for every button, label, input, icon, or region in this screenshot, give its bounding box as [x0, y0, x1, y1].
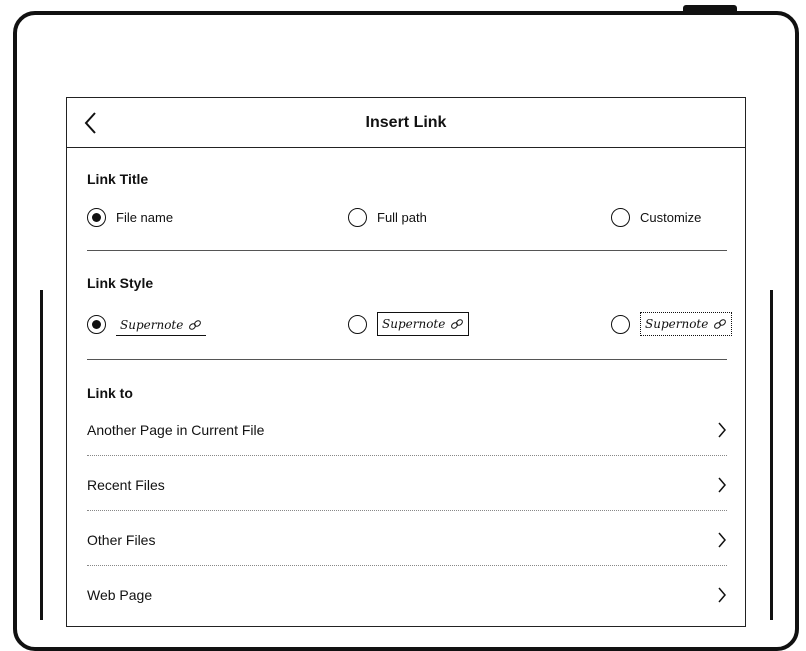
link-to-web-page[interactable]: Web Page: [87, 575, 727, 615]
radio-unselected-icon: [348, 207, 367, 227]
nav-label: Web Page: [87, 587, 153, 603]
option-label: Customize: [640, 209, 702, 225]
chevron-right-icon: [718, 532, 726, 548]
link-title-option-customize[interactable]: Customize: [611, 204, 701, 230]
dialog-header: Insert Link: [67, 98, 745, 148]
link-style-heading: Link Style: [87, 275, 154, 291]
nav-label: Other Files: [87, 532, 156, 548]
chevron-left-icon: [84, 112, 96, 134]
style-sample-underline: Supernote: [116, 313, 207, 336]
link-icon: [189, 319, 202, 330]
link-to-heading: Link to: [87, 385, 133, 401]
nav-label: Recent Files: [87, 477, 165, 493]
link-style-option-underline[interactable]: Supernote: [87, 311, 207, 337]
style-sample-boxed: Supernote: [377, 312, 470, 336]
chevron-right-icon: [718, 422, 726, 438]
link-style-option-boxed[interactable]: Supernote: [348, 311, 470, 337]
sample-text: Supernote: [382, 317, 446, 331]
link-to-recent-files[interactable]: Recent Files: [87, 465, 727, 505]
power-button: [683, 5, 737, 12]
link-title-option-file-name[interactable]: File name: [87, 204, 173, 230]
link-icon: [714, 319, 727, 329]
radio-selected-icon: [87, 207, 106, 227]
sample-text: Supernote: [645, 317, 709, 331]
link-title-heading: Link Title: [87, 171, 149, 187]
row-divider: [87, 510, 727, 511]
row-divider: [87, 565, 727, 566]
radio-unselected-icon: [611, 207, 630, 227]
row-divider: [87, 455, 727, 456]
option-label: File name: [116, 209, 174, 225]
option-label: Full path: [377, 209, 427, 225]
section-divider: [87, 250, 727, 251]
dialog-title: Insert Link: [365, 114, 447, 131]
radio-selected-icon: [87, 314, 106, 334]
sample-text: Supernote: [120, 317, 184, 332]
right-bezel-line: [770, 290, 773, 620]
radio-unselected-icon: [348, 314, 367, 334]
chevron-right-icon: [718, 477, 726, 493]
insert-link-dialog: Insert Link Link Title File name Full pa…: [66, 97, 746, 627]
link-to-other-files[interactable]: Other Files: [87, 520, 727, 560]
link-to-another-page[interactable]: Another Page in Current File: [87, 410, 727, 450]
chevron-right-icon: [718, 587, 726, 603]
radio-unselected-icon: [611, 314, 630, 334]
link-title-option-full-path[interactable]: Full path: [348, 204, 427, 230]
left-bezel-line: [40, 290, 43, 620]
nav-label: Another Page in Current File: [87, 422, 265, 438]
style-sample-dotted-box: Supernote: [640, 312, 733, 336]
section-divider: [87, 359, 727, 360]
link-style-option-dotted-box[interactable]: Supernote: [611, 311, 733, 337]
back-button[interactable]: [77, 108, 107, 138]
link-icon: [451, 319, 464, 329]
